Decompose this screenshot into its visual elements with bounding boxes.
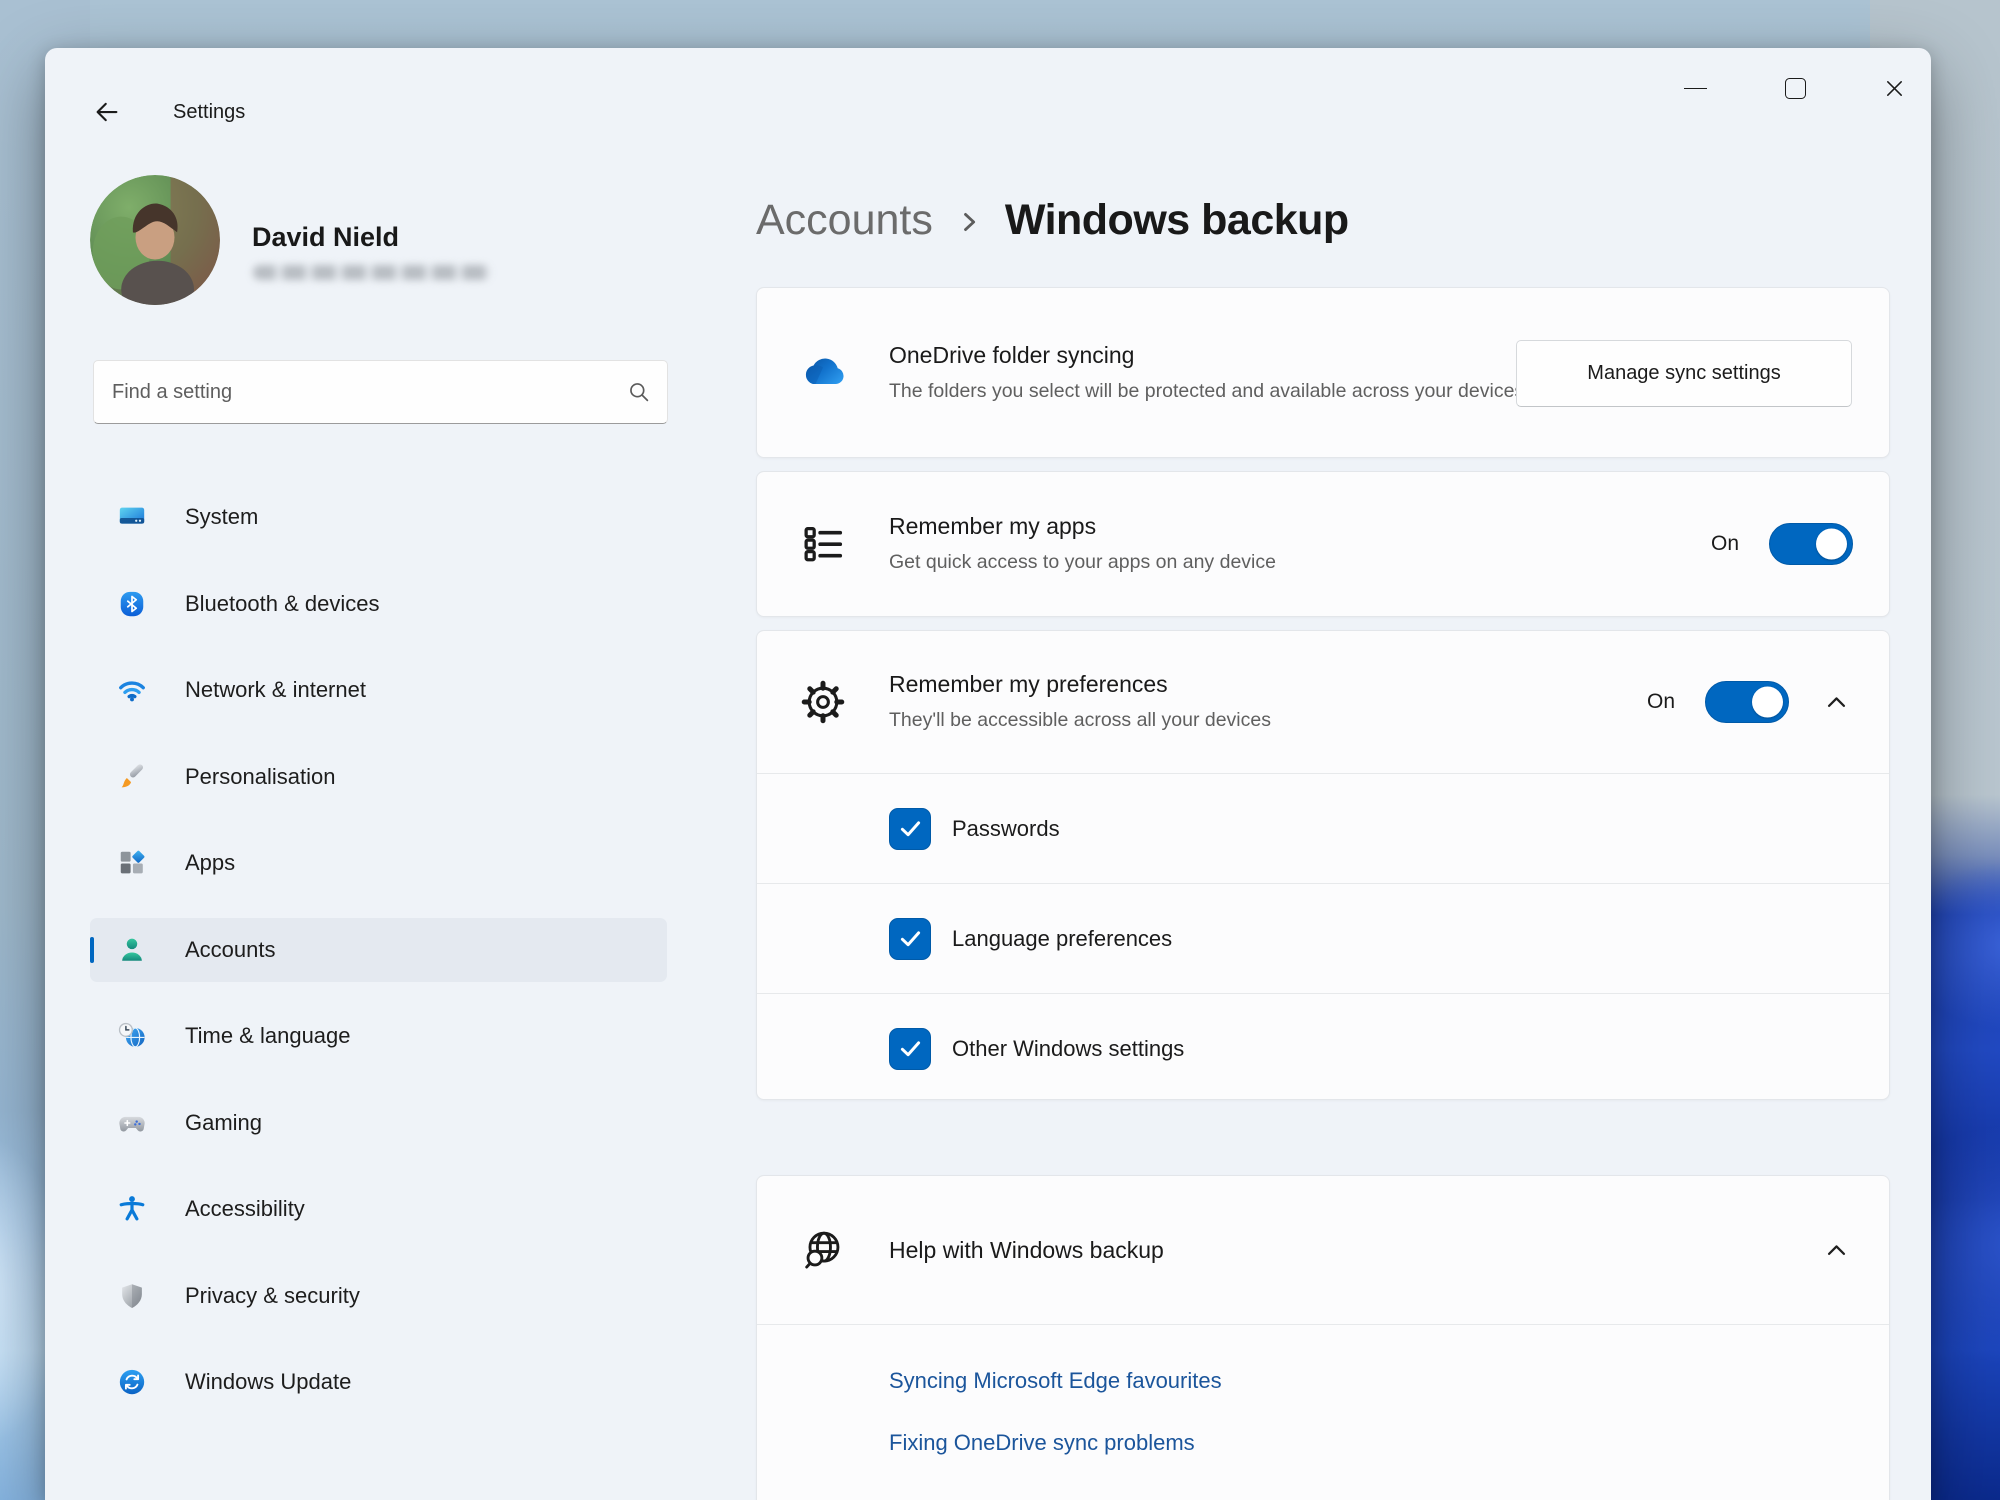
sidebar-item-privacy[interactable]: Privacy & security — [90, 1264, 667, 1328]
apps-icon — [117, 848, 147, 878]
breadcrumb: Accounts Windows backup — [756, 188, 1349, 252]
gear-icon — [799, 679, 847, 725]
checkmark-icon — [897, 815, 924, 842]
bluetooth-icon — [117, 589, 147, 619]
remember-apps-toggle-state: On — [1711, 532, 1739, 556]
avatar[interactable] — [90, 175, 220, 305]
sidebar-item-bluetooth[interactable]: Bluetooth & devices — [90, 572, 667, 636]
user-email-redacted — [253, 265, 491, 280]
gaming-icon — [117, 1108, 147, 1138]
close-icon — [1883, 77, 1906, 100]
user-name: David Nield — [252, 218, 399, 256]
checkbox-label: Language preferences — [952, 926, 1172, 952]
system-icon — [117, 502, 147, 532]
close-button[interactable] — [1866, 67, 1922, 109]
onedrive-cloud-icon — [799, 355, 847, 391]
page-title: Windows backup — [1005, 196, 1349, 245]
search-icon[interactable] — [627, 380, 651, 404]
sidebar-item-system[interactable]: System — [90, 485, 667, 549]
sidebar-item-personalisation[interactable]: Personalisation — [90, 745, 667, 809]
help-collapse-button[interactable] — [1819, 1233, 1853, 1267]
help-links: Syncing Microsoft Edge favourites Fixing … — [757, 1324, 1889, 1463]
sidebar: David Nield System Bluetooth & devices Net… — [72, 48, 667, 1500]
preferences-options: Passwords Language preferences Other Windo… — [757, 773, 1889, 1103]
preference-row-passwords: Passwords — [757, 773, 1889, 883]
sidebar-item-accounts[interactable]: Accounts — [90, 918, 667, 982]
checkbox-passwords[interactable] — [889, 808, 931, 850]
help-link[interactable]: Syncing Microsoft Edge favourites — [889, 1361, 1222, 1401]
preference-row-language-preferences: Language preferences — [757, 883, 1889, 993]
checkmark-icon — [897, 925, 924, 952]
checkbox-label: Passwords — [952, 816, 1060, 842]
help-link[interactable]: Fixing OneDrive sync problems — [889, 1423, 1195, 1463]
help-card: Help with Windows backup Syncing Microso… — [756, 1175, 1890, 1500]
settings-window: Settings — [45, 48, 1931, 1500]
maximize-button[interactable] — [1767, 67, 1823, 109]
sidebar-item-label: System — [185, 504, 258, 530]
time-icon — [117, 1021, 147, 1051]
checkmark-icon — [897, 1035, 924, 1062]
globe-search-icon — [799, 1227, 847, 1273]
remember-preferences-description: They'll be accessible across all your de… — [889, 705, 1271, 735]
network-icon — [117, 675, 147, 705]
maximize-icon — [1785, 78, 1806, 99]
sidebar-item-label: Network & internet — [185, 677, 366, 703]
privacy-icon — [117, 1281, 147, 1311]
onedrive-card-description: The folders you select will be protected… — [889, 376, 1524, 406]
sidebar-item-label: Windows Update — [185, 1369, 351, 1395]
help-card-title: Help with Windows backup — [889, 1235, 1164, 1265]
onedrive-sync-card: OneDrive folder syncing The folders you … — [756, 287, 1890, 458]
sidebar-item-apps[interactable]: Apps — [90, 831, 667, 895]
sidebar-item-update[interactable]: Windows Update — [90, 1350, 667, 1414]
help-header: Help with Windows backup — [757, 1176, 1889, 1324]
apps-list-icon — [799, 521, 847, 567]
remember-preferences-header: Remember my preferences They'll be acces… — [757, 631, 1889, 773]
accounts-icon — [117, 935, 147, 965]
remember-apps-description: Get quick access to your apps on any dev… — [889, 547, 1276, 577]
remember-preferences-toggle-state: On — [1647, 690, 1675, 714]
preference-row-other-windows-settings: Other Windows settings — [757, 993, 1889, 1103]
checkbox-other-windows-settings[interactable] — [889, 1028, 931, 1070]
remember-apps-card: Remember my apps Get quick access to you… — [756, 471, 1890, 617]
sidebar-item-label: Accounts — [185, 937, 276, 963]
remember-apps-toggle[interactable] — [1769, 523, 1853, 565]
personalisation-icon — [117, 762, 147, 792]
remember-preferences-card: Remember my preferences They'll be acces… — [756, 630, 1890, 1100]
sidebar-item-network[interactable]: Network & internet — [90, 658, 667, 722]
breadcrumb-accounts[interactable]: Accounts — [756, 196, 933, 245]
accessibility-icon — [117, 1194, 147, 1224]
sidebar-item-label: Gaming — [185, 1110, 262, 1136]
update-icon — [117, 1367, 147, 1397]
checkbox-label: Other Windows settings — [952, 1036, 1184, 1062]
remember-preferences-toggle[interactable] — [1705, 681, 1789, 723]
sidebar-item-label: Personalisation — [185, 764, 335, 790]
sidebar-item-label: Bluetooth & devices — [185, 591, 379, 617]
minimize-icon — [1684, 88, 1707, 89]
remember-apps-title: Remember my apps — [889, 511, 1276, 541]
search-box — [93, 360, 668, 424]
sidebar-item-label: Time & language — [185, 1023, 351, 1049]
sidebar-item-accessibility[interactable]: Accessibility — [90, 1177, 667, 1241]
sidebar-item-label: Accessibility — [185, 1196, 305, 1222]
desktop: { "titlebar": { "app_title": "Settings" … — [0, 0, 2000, 1500]
collapse-button[interactable] — [1819, 685, 1853, 719]
minimize-button[interactable] — [1667, 67, 1723, 109]
sidebar-nav: System Bluetooth & devices Network & inter… — [72, 485, 667, 1437]
onedrive-card-title: OneDrive folder syncing — [889, 340, 1524, 370]
remember-preferences-title: Remember my preferences — [889, 669, 1271, 699]
toggle-knob — [1816, 529, 1847, 560]
sidebar-item-label: Apps — [185, 850, 235, 876]
sidebar-item-time[interactable]: Time & language — [90, 1004, 667, 1068]
toggle-knob — [1752, 687, 1783, 718]
sidebar-item-gaming[interactable]: Gaming — [90, 1091, 667, 1155]
checkbox-language-preferences[interactable] — [889, 918, 931, 960]
chevron-right-icon — [955, 208, 983, 236]
search-input[interactable] — [94, 361, 667, 423]
manage-sync-settings-button[interactable]: Manage sync settings — [1516, 340, 1852, 407]
sidebar-item-label: Privacy & security — [185, 1283, 360, 1309]
